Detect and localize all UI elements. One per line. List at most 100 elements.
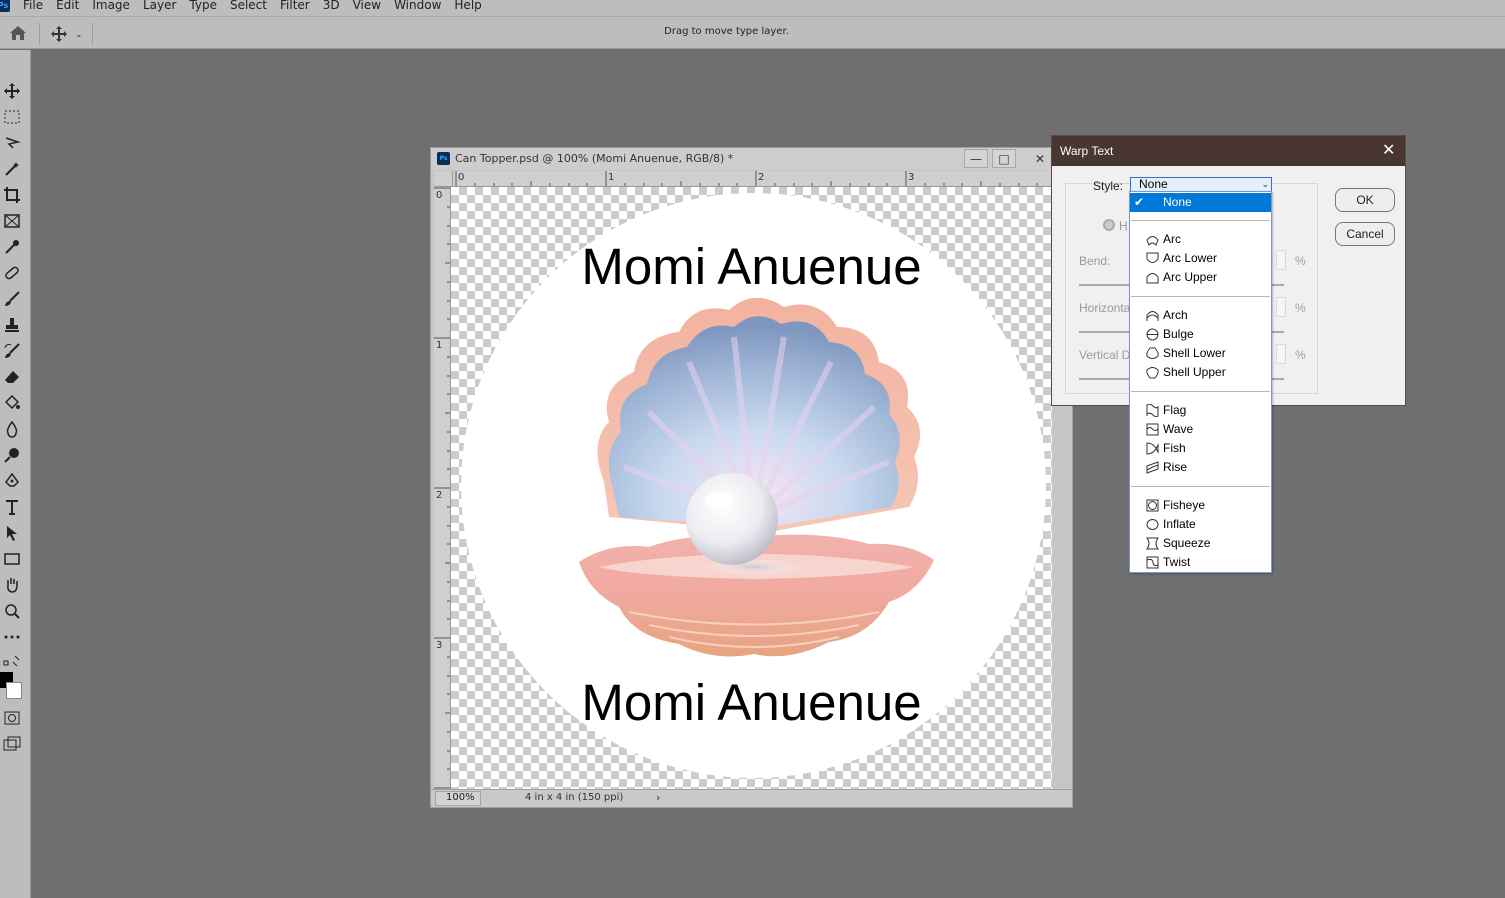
bend-value-field[interactable]	[1276, 250, 1286, 270]
frame-tool[interactable]	[0, 210, 24, 232]
style-option-fisheye[interactable]: Fisheye	[1130, 496, 1271, 515]
magic-wand-tool[interactable]	[0, 158, 24, 180]
horizontal-radio-label: H	[1119, 219, 1128, 233]
eyedropper-tool[interactable]	[0, 236, 24, 258]
option-label: Rise	[1163, 460, 1188, 474]
more-tools[interactable]	[0, 626, 24, 648]
style-option-fish[interactable]: Fish	[1130, 439, 1271, 458]
document-info[interactable]: 4 in x 4 in (150 ppi)	[525, 792, 623, 803]
zoom-tool[interactable]	[0, 600, 24, 622]
stamp-tool[interactable]	[0, 314, 24, 336]
drop-icon	[6, 420, 18, 438]
horizontal-distortion-field[interactable]	[1276, 297, 1286, 317]
marquee-tool[interactable]	[0, 106, 24, 128]
ruler-v-label: 3	[436, 640, 443, 651]
menu-window[interactable]: Window	[387, 0, 447, 12]
dropdown-divider	[1131, 220, 1270, 221]
close-button[interactable]: ✕	[1028, 149, 1052, 168]
lasso-tool[interactable]	[0, 132, 24, 154]
style-option-arc[interactable]: Arc	[1130, 230, 1271, 249]
arch-icon	[1146, 311, 1159, 321]
dodge-tool[interactable]	[0, 444, 24, 466]
vertical-distortion-field[interactable]	[1276, 344, 1286, 364]
menu-file[interactable]: File	[16, 0, 49, 12]
option-label: Arch	[1163, 308, 1188, 322]
arc-lower-icon	[1146, 252, 1159, 263]
brush-tool[interactable]	[0, 288, 24, 310]
history-brush-tool[interactable]	[0, 340, 24, 362]
twist-icon	[1146, 556, 1159, 569]
marquee-icon	[4, 110, 20, 124]
check-icon: ✔	[1134, 195, 1145, 209]
style-option-flag[interactable]: Flag	[1130, 401, 1271, 420]
rectangle-tool[interactable]	[0, 548, 24, 570]
menu-image[interactable]: Image	[85, 0, 136, 12]
document-titlebar[interactable]: Ps Can Topper.psd @ 100% (Momi Anuenue, …	[431, 148, 1072, 170]
style-option-squeeze[interactable]: Squeeze	[1130, 534, 1271, 553]
healing-brush-tool[interactable]	[0, 262, 24, 284]
screen-mode[interactable]	[0, 733, 24, 755]
crop-tool[interactable]	[0, 184, 24, 206]
menu-bar: Ps File Edit Image Layer Type Select Fil…	[0, 0, 1505, 16]
minimize-button[interactable]: —	[964, 149, 988, 168]
style-option-arc-upper[interactable]: Arc Upper	[1130, 268, 1271, 287]
background-color[interactable]	[6, 682, 22, 699]
cancel-button[interactable]: Cancel	[1335, 222, 1395, 246]
style-dropdown-list: ✔ None Arc Arc Lower Arc Upper Arch Bulg…	[1129, 191, 1272, 573]
move-tool[interactable]	[0, 80, 24, 102]
type-tool[interactable]	[0, 496, 24, 518]
horizontal-radio[interactable]	[1103, 219, 1115, 231]
chevron-right-icon[interactable]: ›	[656, 791, 660, 804]
style-option-twist[interactable]: Twist	[1130, 553, 1271, 572]
hand-tool[interactable]	[0, 574, 24, 596]
menu-filter[interactable]: Filter	[273, 0, 316, 12]
dialog-titlebar[interactable]: Warp Text ✕	[1052, 136, 1405, 166]
style-option-arc-lower[interactable]: Arc Lower	[1130, 249, 1271, 268]
vertical-ruler-ticks	[434, 187, 450, 789]
menu-view[interactable]: View	[346, 0, 387, 12]
close-icon[interactable]: ✕	[1382, 140, 1395, 160]
style-option-inflate[interactable]: Inflate	[1130, 515, 1271, 534]
style-option-rise[interactable]: Rise	[1130, 458, 1271, 477]
style-option-shell-lower[interactable]: Shell Lower	[1130, 344, 1271, 363]
fisheye-icon	[1146, 499, 1159, 512]
menu-layer[interactable]: Layer	[136, 0, 182, 12]
blur-tool[interactable]	[0, 418, 24, 440]
eraser-tool[interactable]	[0, 366, 24, 388]
horizontal-ruler[interactable]: 0 1 2 3	[453, 171, 1073, 187]
arrow-cursor-icon	[7, 526, 17, 541]
inflate-icon	[1146, 519, 1159, 530]
maximize-button[interactable]: □	[992, 149, 1016, 168]
close-icon: ✕	[1034, 151, 1046, 166]
zoom-level-field[interactable]: 100%	[435, 791, 481, 806]
text-layer-top[interactable]: Momi Anuenue	[451, 237, 1052, 296]
style-option-arch[interactable]: Arch	[1130, 306, 1271, 325]
menu-help[interactable]: Help	[447, 0, 487, 12]
swap-colors[interactable]	[0, 650, 24, 672]
paint-bucket-tool[interactable]	[0, 392, 24, 414]
style-option-none[interactable]: ✔ None	[1130, 193, 1271, 212]
ruler-corner[interactable]	[434, 171, 453, 187]
path-selection-tool[interactable]	[0, 522, 24, 544]
option-label: Arc Upper	[1163, 270, 1218, 284]
menu-edit[interactable]: Edit	[49, 0, 85, 12]
menu-select[interactable]: Select	[223, 0, 273, 12]
style-option-bulge[interactable]: Bulge	[1130, 325, 1271, 344]
text-layer-bottom[interactable]: Momi Anuenue	[451, 673, 1052, 732]
style-select[interactable]: None ⌄	[1130, 177, 1272, 192]
more-icon	[4, 635, 20, 639]
option-label: Inflate	[1163, 517, 1196, 531]
document-canvas[interactable]: Momi Anuenue Momi Anuenue	[451, 187, 1052, 789]
vertical-ruler[interactable]: 0 1 2 3	[434, 187, 451, 789]
style-label: Style:	[1093, 179, 1124, 193]
pen-tool[interactable]	[0, 470, 24, 492]
vertical-percent: %	[1295, 348, 1306, 362]
style-option-shell-upper[interactable]: Shell Upper	[1130, 363, 1271, 382]
style-option-wave[interactable]: Wave	[1130, 420, 1271, 439]
option-label: Shell Lower	[1163, 346, 1226, 360]
option-label: Fisheye	[1163, 498, 1206, 512]
quick-mask[interactable]	[0, 707, 24, 729]
menu-3d[interactable]: 3D	[316, 0, 346, 12]
ok-button[interactable]: OK	[1335, 188, 1395, 212]
menu-type[interactable]: Type	[182, 0, 223, 12]
